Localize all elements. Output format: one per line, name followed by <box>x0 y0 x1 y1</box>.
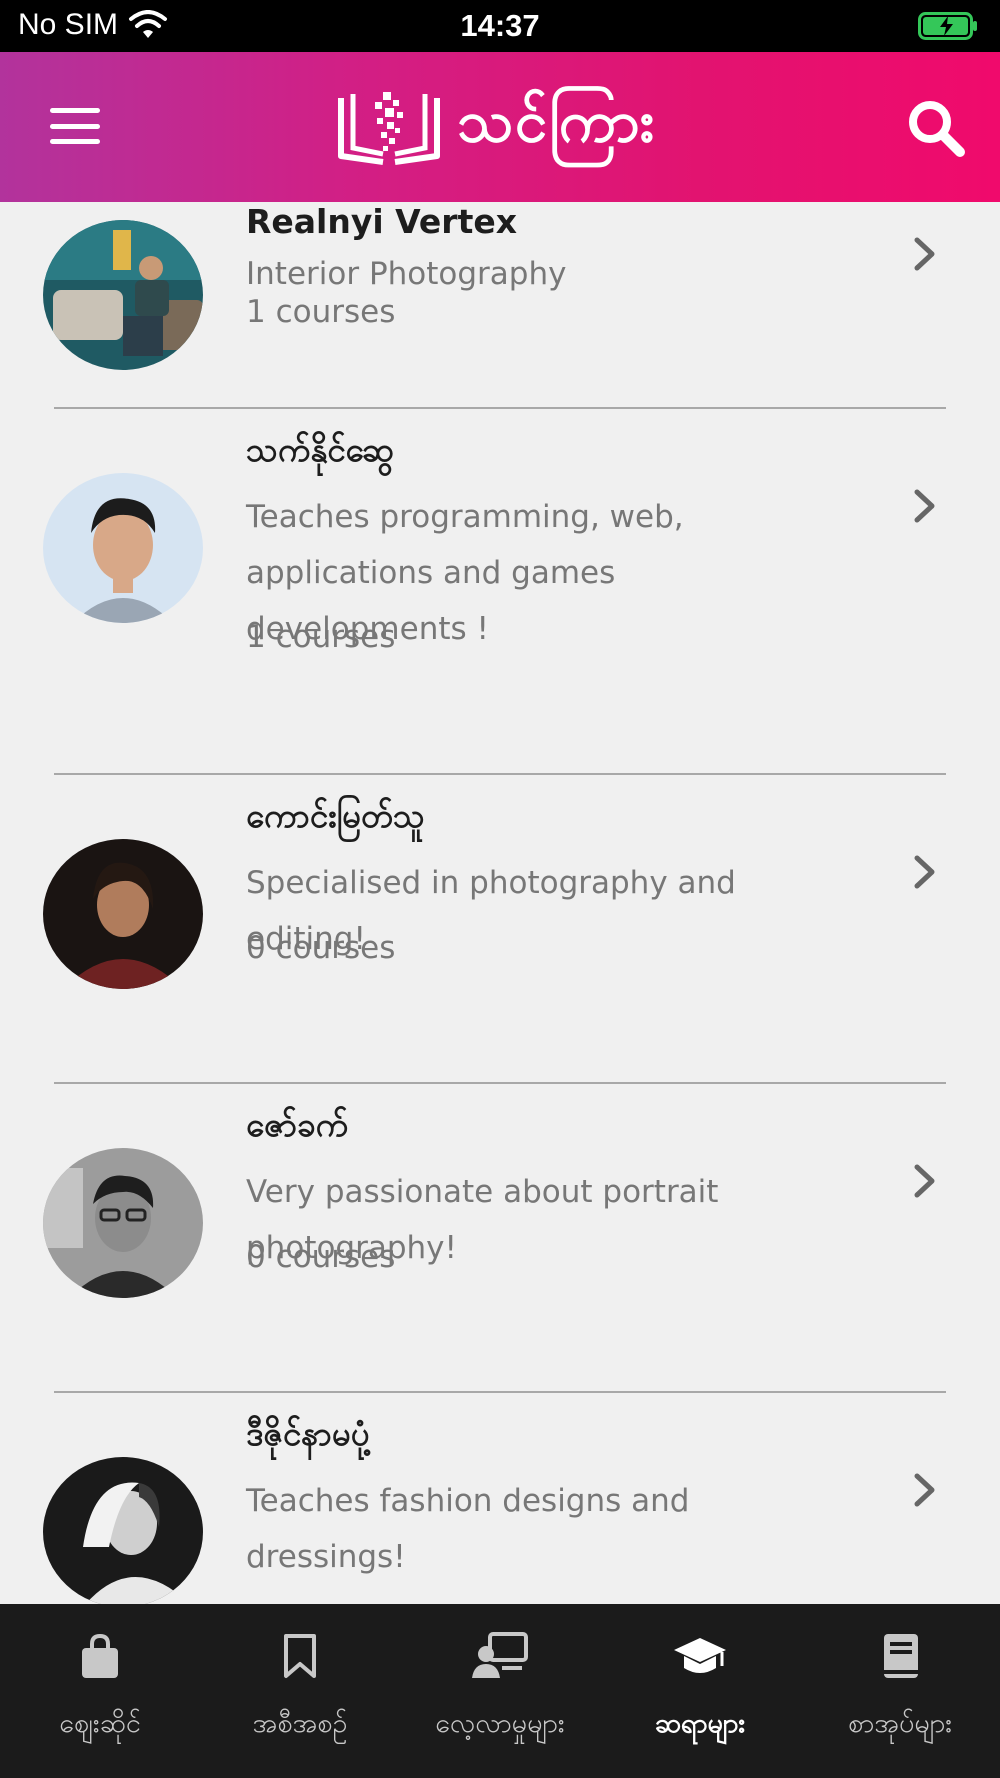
app-header: သင်ကြား <box>0 52 1000 202</box>
teacher-item[interactable]: Realnyi Vertex Interior Photography 1 co… <box>0 202 1000 408</box>
nav-label: ဈေးဆိုင် <box>59 1708 141 1739</box>
presentation-icon <box>472 1632 528 1678</box>
teacher-item[interactable]: ဇော်ခက် Very passionate about portrait p… <box>0 1084 1000 1392</box>
search-icon[interactable] <box>906 98 966 158</box>
teacher-item[interactable]: ကောင်းမြတ်သူ Specialised in photography … <box>0 775 1000 1083</box>
hamburger-menu-icon[interactable] <box>50 108 100 144</box>
nav-item-bookmarks[interactable]: အစီအစဉ် <box>200 1604 400 1778</box>
chevron-right-icon <box>914 489 935 523</box>
teacher-avatar <box>43 473 203 623</box>
chevron-right-icon <box>914 237 935 271</box>
nav-item-courses[interactable]: လေ့လာမှုများ <box>400 1604 600 1778</box>
chevron-right-icon <box>914 1473 935 1507</box>
teacher-course-count: 0 courses <box>246 1239 396 1275</box>
teacher-avatar <box>43 220 203 370</box>
logo-text: သင်ကြား <box>457 87 657 155</box>
teacher-name: ကောင်းမြတ်သူ <box>246 796 425 835</box>
teacher-item[interactable]: သက်နိုင်ဆွေ Teaches programming, web, ap… <box>0 409 1000 775</box>
shopping-bag-icon <box>82 1633 118 1678</box>
teacher-course-count: 1 courses <box>246 619 396 655</box>
teacher-description: Teaches fashion designs and dressings! <box>246 1483 690 1575</box>
teacher-avatar <box>43 839 203 989</box>
status-bar: No SIM 14:37 <box>0 0 1000 52</box>
nav-item-books[interactable]: စာအုပ်များ <box>800 1604 1000 1778</box>
book-icon <box>884 1634 918 1678</box>
teacher-name: Realnyi Vertex <box>246 202 518 241</box>
status-time: 14:37 <box>460 8 540 43</box>
logo-book-icon <box>338 91 440 165</box>
teacher-avatar <box>43 1457 203 1604</box>
nav-label: လေ့လာမှုများ <box>435 1708 565 1739</box>
nav-label: ဆရာများ <box>654 1708 746 1739</box>
teacher-course-count: 1 courses <box>246 294 396 330</box>
teacher-course-count: 0 courses <box>246 930 396 966</box>
bottom-nav: ဈေးဆိုင် အစီအစဉ် လေ့လာမှုများ ဆရာများ စာ… <box>0 1604 1000 1778</box>
nav-item-shop[interactable]: ဈေးဆိုင် <box>0 1604 200 1778</box>
nav-label: စာအုပ်များ <box>847 1708 953 1739</box>
chevron-right-icon <box>914 1164 935 1198</box>
graduation-cap-icon <box>674 1638 726 1673</box>
app-logo: သင်ကြား <box>335 80 656 175</box>
teacher-avatar <box>43 1148 203 1298</box>
nav-item-teachers[interactable]: ဆရာများ <box>600 1604 800 1778</box>
teacher-name: ဒီဇိုင်နာမပုံ့ <box>246 1414 370 1453</box>
teacher-list: Realnyi Vertex Interior Photography 1 co… <box>0 202 1000 1604</box>
bookmark-icon <box>284 1634 316 1678</box>
teacher-name: သက်နိုင်ဆွေ <box>246 430 395 469</box>
chevron-right-icon <box>914 855 935 889</box>
teacher-item[interactable]: ဒီဇိုင်နာမပုံ့ Teaches fashion designs a… <box>0 1393 1000 1604</box>
nav-label: အစီအစဉ် <box>252 1708 348 1739</box>
battery-charging-icon <box>918 12 977 40</box>
teacher-name: ဇော်ခက် <box>246 1105 348 1144</box>
